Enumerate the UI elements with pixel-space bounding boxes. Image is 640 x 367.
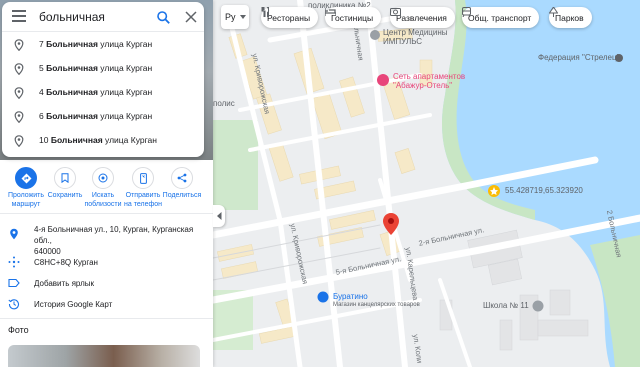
history-icon xyxy=(8,299,19,310)
save-button-circle xyxy=(54,167,76,189)
suggestion-text: 4 Больничная улица Курган xyxy=(39,87,153,97)
map-label-coordinates[interactable]: 55.428719,65.323920 xyxy=(505,187,583,195)
send-to-phone-button[interactable]: Отправить на телефон xyxy=(123,163,163,209)
map-label-buratino-sub: Магазин канцелярских товаров xyxy=(333,302,420,308)
chip-label: Парков xyxy=(555,12,584,23)
share-label: Поделиться xyxy=(162,192,202,199)
search-row xyxy=(2,2,204,32)
park-icon xyxy=(549,7,558,17)
map-label-school[interactable]: Школа № 11 xyxy=(483,302,529,310)
send-to-phone-label: Отправить на телефон xyxy=(124,192,162,208)
chip-label: Гостиницы xyxy=(331,12,374,23)
history-text: История Google Карт xyxy=(34,300,113,309)
chip-label: Общ. транспорт xyxy=(468,12,532,23)
nearby-button[interactable]: Искать поблизости xyxy=(83,163,123,209)
map-label-buratino[interactable]: Буратино xyxy=(333,293,368,301)
restaurant-icon xyxy=(261,7,270,17)
pluscode-text: C8HC+8Q Курган xyxy=(34,258,98,267)
nearby-button-circle xyxy=(92,167,114,189)
transit-icon xyxy=(462,7,471,17)
address-row[interactable]: 4-я Больничная ул., 10, Курган, Курганск… xyxy=(0,224,213,256)
collapse-panel-button[interactable] xyxy=(213,205,225,227)
search-icon[interactable] xyxy=(157,11,170,24)
map-label-apartments[interactable]: Сеть апартаментов xyxy=(393,73,465,81)
suggestions-list: 7 Больничная улица Курган 5 Больничная у… xyxy=(2,33,204,153)
divider xyxy=(0,213,213,214)
place-actions: Проложить маршрут Сохранить Искать поблизо… xyxy=(0,163,213,211)
nearby-icon xyxy=(98,173,108,183)
directions-icon xyxy=(21,173,31,183)
suggestion-text: 6 Больничная улица Курган xyxy=(39,111,153,121)
menu-icon-line xyxy=(12,15,26,17)
suggestion-text: 5 Больничная улица Курган xyxy=(39,63,153,73)
suggestion-item[interactable]: 5 Больничная улица Курган xyxy=(2,57,204,81)
camera-icon xyxy=(390,8,401,16)
add-label-row[interactable]: Добавить ярлык xyxy=(0,276,213,290)
chip-parks[interactable]: Парков xyxy=(549,7,592,28)
chip-hotels[interactable]: Гостиницы xyxy=(325,7,382,28)
map-label-federation[interactable]: Федерация "Стрелец" xyxy=(538,54,619,62)
place-pin-icon xyxy=(14,111,24,123)
suggestion-item[interactable]: 6 Больничная улица Курган xyxy=(2,105,204,129)
close-icon[interactable] xyxy=(185,11,197,23)
label-icon xyxy=(8,278,20,288)
chevron-left-icon xyxy=(216,212,221,220)
save-button[interactable]: Сохранить xyxy=(45,163,85,200)
place-pin-icon xyxy=(14,135,24,147)
chip-label: Развлечения xyxy=(396,12,447,23)
map-type-value: Ру xyxy=(225,12,236,22)
place-pin-icon xyxy=(14,39,24,51)
suggestion-item[interactable]: 7 Больничная улица Курган xyxy=(2,33,204,57)
place-pin-icon xyxy=(14,87,24,99)
hotel-icon xyxy=(325,8,336,16)
history-row[interactable]: История Google Карт xyxy=(0,297,213,311)
pluscode-row[interactable]: C8HC+8Q Курган xyxy=(0,255,213,269)
suggestion-item[interactable]: 10 Больничная улица Курган xyxy=(2,129,204,153)
suggestion-text: 7 Больничная улица Курган xyxy=(39,39,153,49)
map-label-apartments-sub: "Абажур-Отель" xyxy=(393,81,453,90)
suggestion-text: 10 Больничная улица Курган xyxy=(39,135,157,145)
place-photo[interactable] xyxy=(8,345,200,367)
map-label-medcenter-sub: ИМПУЛЬС xyxy=(383,37,423,46)
save-label: Сохранить xyxy=(47,192,83,199)
side-panel: 7 Больничная улица Курган 5 Больничная у… xyxy=(0,0,213,367)
nearby-label: Искать поблизости xyxy=(84,192,122,208)
chip-label: Рестораны xyxy=(267,12,311,23)
bookmark-icon xyxy=(61,173,69,183)
suggestion-item[interactable]: 4 Больничная улица Курган xyxy=(2,81,204,105)
add-label-text: Добавить ярлык xyxy=(34,279,95,288)
map-type-select[interactable]: Ру xyxy=(221,5,249,29)
address-text: 4-я Больничная ул., 10, Курган, Курганск… xyxy=(34,225,194,256)
chip-entertainment[interactable]: Развлечения xyxy=(390,7,455,28)
share-button[interactable]: Поделиться xyxy=(162,163,202,200)
directions-label: Проложить маршрут xyxy=(7,192,45,208)
phone-icon xyxy=(139,172,147,184)
menu-button[interactable] xyxy=(12,10,26,24)
map-label-medcenter[interactable]: Центр Медицины xyxy=(383,29,448,37)
chevron-down-icon xyxy=(240,15,246,19)
send-to-phone-button-circle xyxy=(132,167,154,189)
photos-heading: Фото xyxy=(8,325,29,335)
map-label-polis: полис xyxy=(213,99,235,108)
place-pin-icon xyxy=(14,63,24,75)
share-icon xyxy=(177,173,187,183)
search-input[interactable] xyxy=(39,9,147,25)
share-button-circle xyxy=(171,167,193,189)
directions-button-circle xyxy=(15,167,37,189)
directions-button[interactable]: Проложить маршрут xyxy=(6,163,46,209)
menu-icon-line xyxy=(12,20,26,22)
divider xyxy=(0,318,213,319)
search-box-card: 7 Больничная улица Курган 5 Больничная у… xyxy=(2,2,204,157)
place-pin-icon xyxy=(10,228,18,240)
pluscode-icon xyxy=(8,256,20,268)
chip-transit[interactable]: Общ. транспорт xyxy=(462,7,540,28)
menu-icon-line xyxy=(12,10,26,12)
chip-restaurants[interactable]: Рестораны xyxy=(261,7,319,28)
